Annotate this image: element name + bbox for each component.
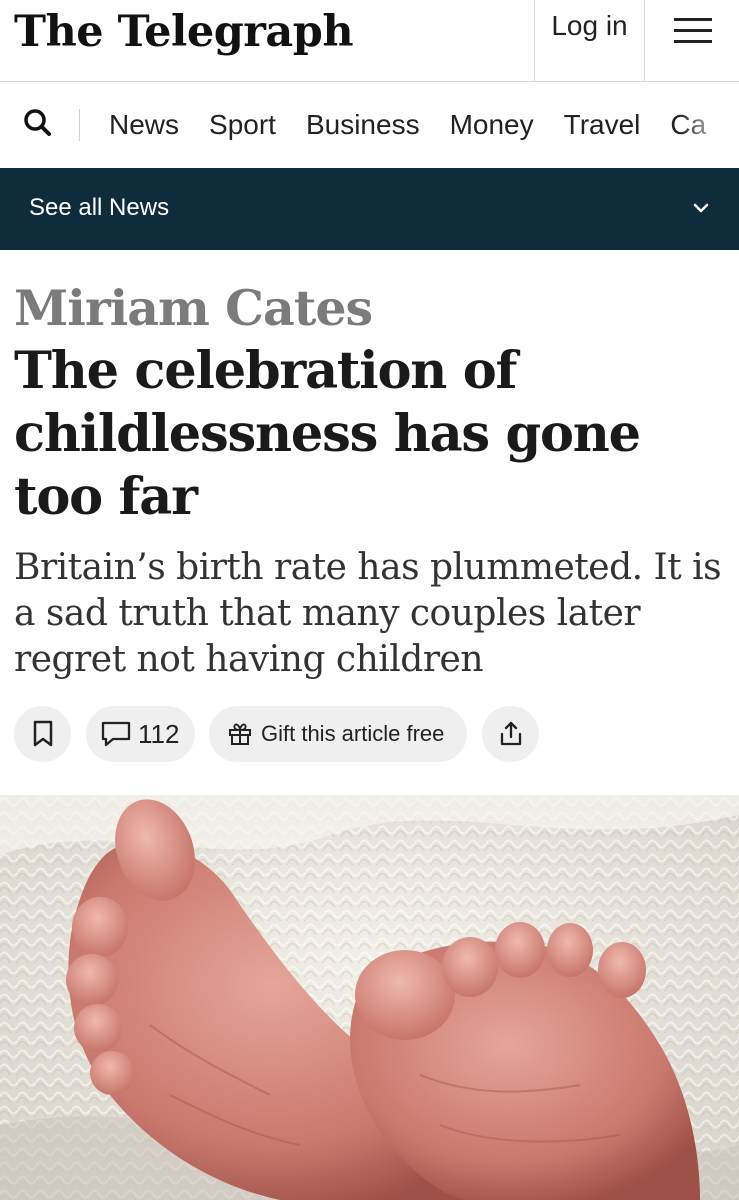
chevron-down-icon: [693, 203, 709, 213]
site-header: The Telegraph Log in: [0, 0, 739, 82]
section-dropdown[interactable]: See all News: [0, 168, 739, 250]
nav-items: News Sport Business Money Travel Ca: [109, 82, 736, 168]
nav-fade: [679, 82, 739, 168]
search-icon: [24, 109, 51, 136]
share-icon: [500, 721, 521, 746]
nav-divider: [79, 109, 80, 141]
article-headline: The celebration of childlessness has gon…: [14, 341, 641, 527]
comment-icon: [101, 721, 131, 747]
gift-article-label: Gift this article free: [261, 721, 445, 746]
search-button[interactable]: [22, 107, 56, 141]
login-button[interactable]: Log in: [534, 0, 645, 81]
nav-item-sport[interactable]: Sport: [209, 109, 276, 141]
nav-item-news[interactable]: News: [109, 109, 179, 141]
login-label: Log in: [551, 10, 628, 41]
article-actions: 112 Gift this article free: [14, 706, 734, 764]
primary-nav: News Sport Business Money Travel Ca: [0, 82, 739, 168]
comments-button[interactable]: 112: [86, 706, 195, 762]
gift-icon: [229, 723, 251, 745]
comment-count: 112: [138, 718, 180, 749]
section-dropdown-label: See all News: [29, 194, 170, 221]
menu-button[interactable]: [646, 0, 739, 81]
bookmark-icon: [33, 720, 52, 747]
article-standfirst: Britain’s birth rate has plummeted. It i…: [14, 547, 722, 680]
site-logo[interactable]: The Telegraph: [14, 4, 354, 60]
gift-article-button[interactable]: Gift this article free: [209, 706, 467, 762]
nav-item-money[interactable]: Money: [450, 109, 534, 141]
article-author[interactable]: Miriam Cates: [14, 276, 373, 340]
baby-feet-illustration: [0, 795, 739, 1200]
share-button[interactable]: [482, 706, 539, 762]
nav-item-business[interactable]: Business: [306, 109, 420, 141]
nav-item-travel[interactable]: Travel: [564, 109, 641, 141]
bookmark-button[interactable]: [14, 706, 71, 762]
hamburger-icon: [673, 18, 712, 43]
article-hero-image: [0, 795, 739, 1200]
